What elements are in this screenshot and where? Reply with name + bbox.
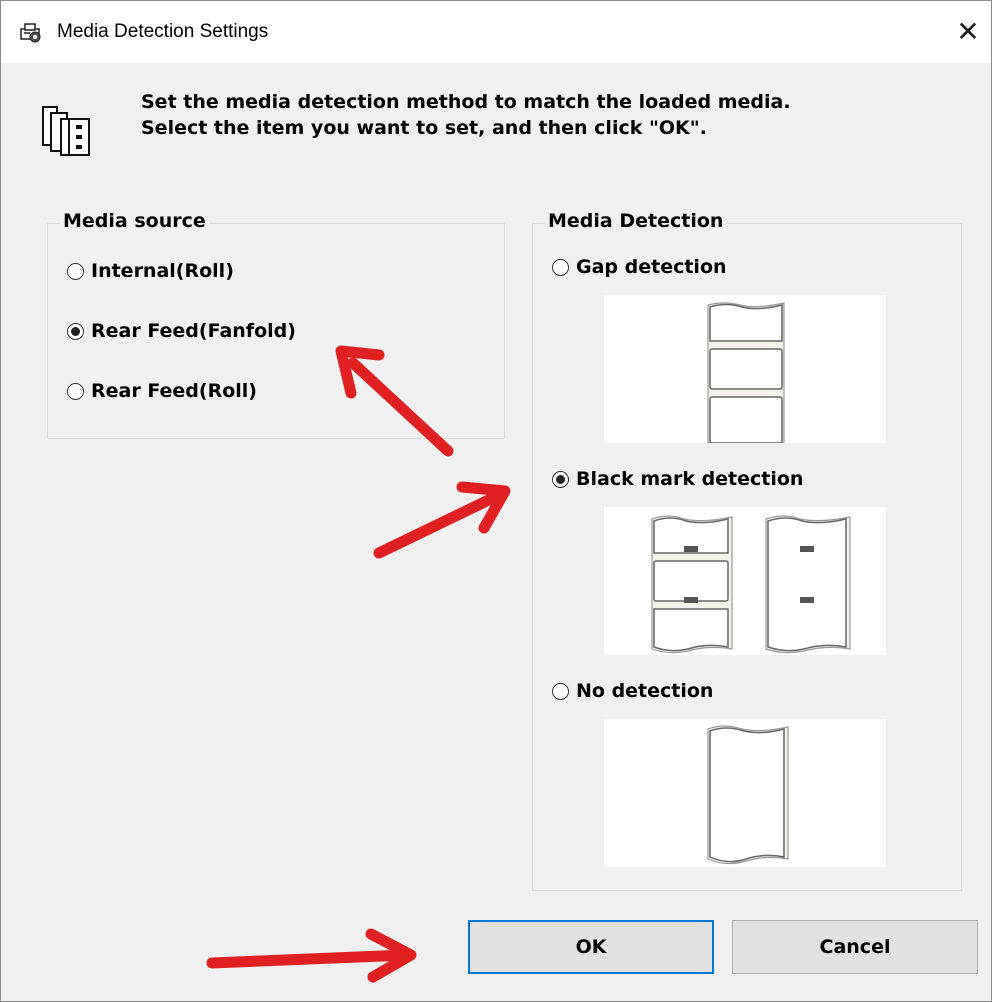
radio-gap-detection[interactable]: Gap detection bbox=[552, 256, 727, 278]
red-arrow-head bbox=[365, 928, 417, 983]
radio-label: Gap detection bbox=[576, 256, 727, 278]
dialog-window: Media Detection Settings ✕ Set the media… bbox=[0, 0, 992, 1002]
title-bar: Media Detection Settings ✕ bbox=[1, 1, 991, 63]
radio-label: Rear Feed(Roll) bbox=[91, 380, 257, 402]
ok-button[interactable]: OK bbox=[468, 920, 714, 974]
gap-labels-image bbox=[604, 295, 886, 444]
radio-label: No detection bbox=[576, 680, 714, 702]
radio-label: Rear Feed(Fanfold) bbox=[91, 320, 296, 342]
instructions-text: Set the media detection method to match … bbox=[141, 89, 791, 141]
window-title: Media Detection Settings bbox=[57, 21, 269, 42]
radio-no-detection[interactable]: No detection bbox=[552, 680, 713, 702]
radio-label: Black mark detection bbox=[576, 468, 804, 490]
radio-internal-roll[interactable]: Internal(Roll) bbox=[67, 260, 234, 282]
radio-button[interactable] bbox=[67, 322, 84, 340]
close-button[interactable]: ✕ bbox=[946, 9, 990, 55]
black-mark-media-image bbox=[604, 507, 886, 655]
instructions-line-1: Set the media detection method to match … bbox=[141, 91, 791, 113]
radio-button[interactable] bbox=[67, 262, 84, 280]
printer-settings-icon bbox=[20, 23, 41, 43]
radio-button[interactable] bbox=[67, 382, 84, 400]
radio-button[interactable] bbox=[552, 470, 569, 488]
media-source-title: Media source bbox=[60, 210, 209, 232]
media-roll-icon bbox=[42, 106, 90, 156]
radio-rear-feed-roll[interactable]: Rear Feed(Roll) bbox=[67, 380, 257, 402]
radio-rear-feed-fanfold[interactable]: Rear Feed(Fanfold) bbox=[67, 320, 296, 342]
radio-black-mark-detection[interactable]: Black mark detection bbox=[552, 468, 803, 490]
radio-label: Internal(Roll) bbox=[91, 260, 234, 282]
instructions-line-2: Select the item you want to set, and the… bbox=[141, 117, 707, 139]
radio-button[interactable] bbox=[552, 258, 569, 276]
radio-button[interactable] bbox=[552, 682, 569, 700]
red-arrow-shaft bbox=[373, 489, 505, 559]
cancel-button[interactable]: Cancel bbox=[732, 920, 978, 974]
continuous-media-image bbox=[604, 719, 886, 867]
red-arrow-shaft bbox=[206, 949, 413, 969]
media-detection-title: Media Detection bbox=[545, 210, 727, 232]
red-arrow-head bbox=[456, 481, 511, 534]
